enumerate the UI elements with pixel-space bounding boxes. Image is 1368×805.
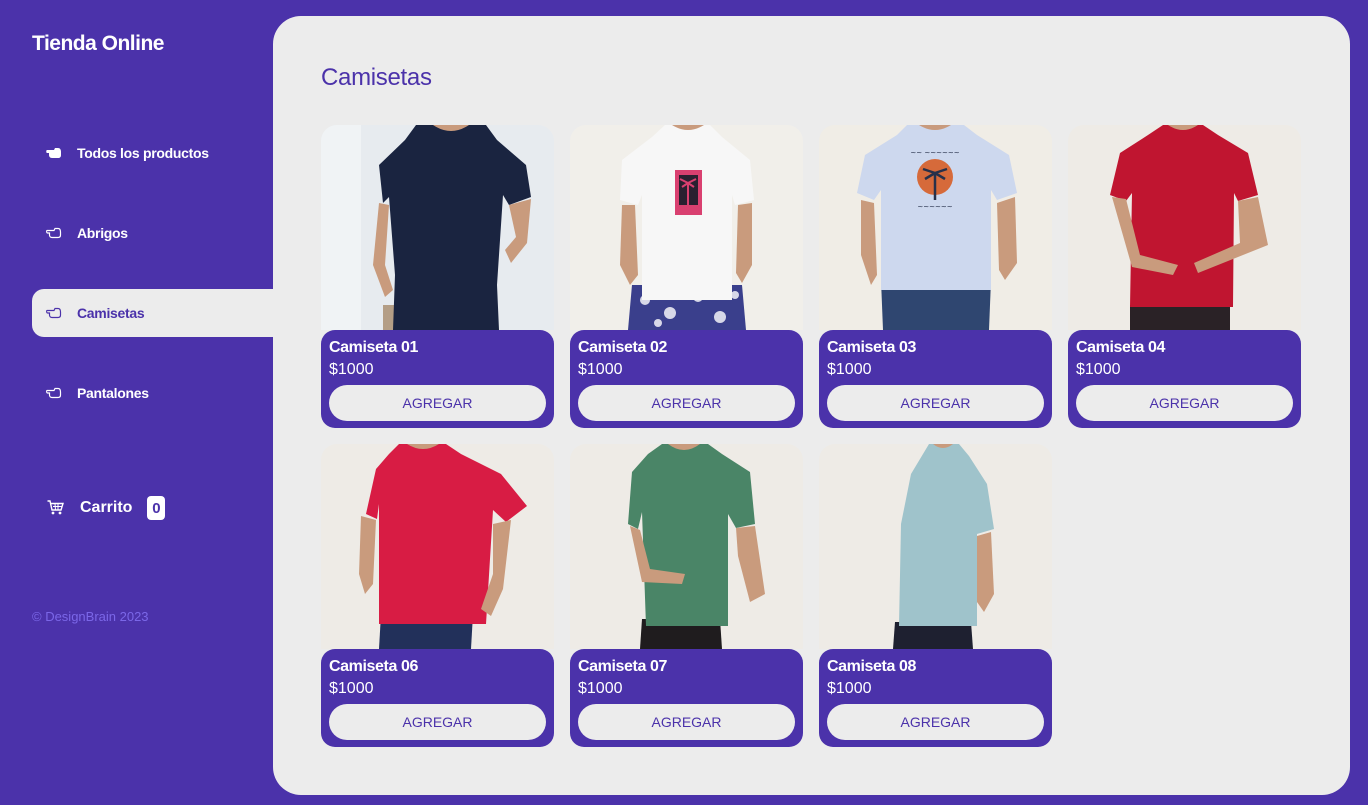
product-details: Camiseta 04 $1000 AGREGAR xyxy=(1068,330,1301,428)
product-name: Camiseta 01 xyxy=(329,339,418,356)
add-to-cart-button[interactable]: AGREGAR xyxy=(827,704,1044,740)
copyright-text: © DesignBrain 2023 xyxy=(32,609,149,624)
menu-item-abrigos[interactable]: Abrigos xyxy=(32,209,273,257)
main-panel: Camisetas Camiseta 01 $1000 AGREGAR Cami… xyxy=(273,16,1350,795)
product-name: Camiseta 02 xyxy=(578,339,667,356)
product-image xyxy=(321,444,554,649)
product-image xyxy=(1068,125,1301,330)
product-details: Camiseta 01 $1000 AGREGAR xyxy=(321,330,554,428)
product-image xyxy=(570,125,803,330)
add-to-cart-button[interactable]: AGREGAR xyxy=(329,704,546,740)
product-image: ~~ ~~~~~~ ~~~~~~ xyxy=(819,125,1052,330)
product-price: $1000 xyxy=(578,680,623,697)
hand-pointing-icon xyxy=(46,226,64,240)
product-details: Camiseta 06 $1000 AGREGAR xyxy=(321,649,554,747)
product-card: Camiseta 01 $1000 AGREGAR xyxy=(321,125,554,428)
product-image xyxy=(570,444,803,649)
add-to-cart-button[interactable]: AGREGAR xyxy=(827,385,1044,421)
product-price: $1000 xyxy=(827,361,872,378)
product-name: Camiseta 07 xyxy=(578,658,667,675)
product-card: ~~ ~~~~~~ ~~~~~~ Camiseta 03 $1000 AGREG… xyxy=(819,125,1052,428)
menu-item-label: Abrigos xyxy=(77,225,128,241)
product-name: Camiseta 03 xyxy=(827,339,916,356)
hand-pointing-filled-icon xyxy=(46,146,64,160)
product-details: Camiseta 07 $1000 AGREGAR xyxy=(570,649,803,747)
brand-title: Tienda Online xyxy=(32,32,164,55)
menu-item-camisetas[interactable]: Camisetas xyxy=(32,289,273,337)
cart-link[interactable]: Carrito 0 xyxy=(47,496,166,520)
product-price: $1000 xyxy=(329,680,374,697)
product-details: Camiseta 03 $1000 AGREGAR xyxy=(819,330,1052,428)
product-price: $1000 xyxy=(329,361,374,378)
hand-pointing-icon xyxy=(46,306,64,320)
product-image xyxy=(819,444,1052,649)
product-details: Camiseta 02 $1000 AGREGAR xyxy=(570,330,803,428)
sidebar: Tienda Online Todos los productos Abrigo… xyxy=(0,0,273,805)
product-card: Camiseta 07 $1000 AGREGAR xyxy=(570,444,803,747)
product-grid: Camiseta 01 $1000 AGREGAR Camiseta 02 $1… xyxy=(321,125,1302,747)
add-to-cart-button[interactable]: AGREGAR xyxy=(329,385,546,421)
menu-item-label: Todos los productos xyxy=(77,145,209,161)
cart-label: Carrito xyxy=(80,499,133,516)
product-image xyxy=(321,125,554,330)
product-card: Camiseta 06 $1000 AGREGAR xyxy=(321,444,554,747)
add-to-cart-button[interactable]: AGREGAR xyxy=(578,385,795,421)
menu-item-label: Camisetas xyxy=(77,305,145,321)
menu-item-pantalones[interactable]: Pantalones xyxy=(32,369,273,417)
cart-count-badge: 0 xyxy=(147,496,166,520)
product-card: Camiseta 08 $1000 AGREGAR xyxy=(819,444,1052,747)
svg-text:~~~~~~: ~~~~~~ xyxy=(917,203,952,211)
menu-item-todos[interactable]: Todos los productos xyxy=(32,129,273,177)
menu-item-label: Pantalones xyxy=(77,385,149,401)
product-name: Camiseta 08 xyxy=(827,658,916,675)
add-to-cart-button[interactable]: AGREGAR xyxy=(578,704,795,740)
product-details: Camiseta 08 $1000 AGREGAR xyxy=(819,649,1052,747)
hand-pointing-icon xyxy=(46,386,64,400)
product-name: Camiseta 04 xyxy=(1076,339,1165,356)
product-card: Camiseta 02 $1000 AGREGAR xyxy=(570,125,803,428)
product-name: Camiseta 06 xyxy=(329,658,418,675)
product-price: $1000 xyxy=(827,680,872,697)
svg-text:~~ ~~~~~~: ~~ ~~~~~~ xyxy=(910,149,959,157)
cart-icon xyxy=(47,500,65,516)
category-menu: Todos los productos Abrigos Camisetas Pa… xyxy=(32,129,273,449)
add-to-cart-button[interactable]: AGREGAR xyxy=(1076,385,1293,421)
product-price: $1000 xyxy=(1076,361,1121,378)
page-title: Camisetas xyxy=(321,64,432,91)
product-card: Camiseta 04 $1000 AGREGAR xyxy=(1068,125,1301,428)
product-price: $1000 xyxy=(578,361,623,378)
